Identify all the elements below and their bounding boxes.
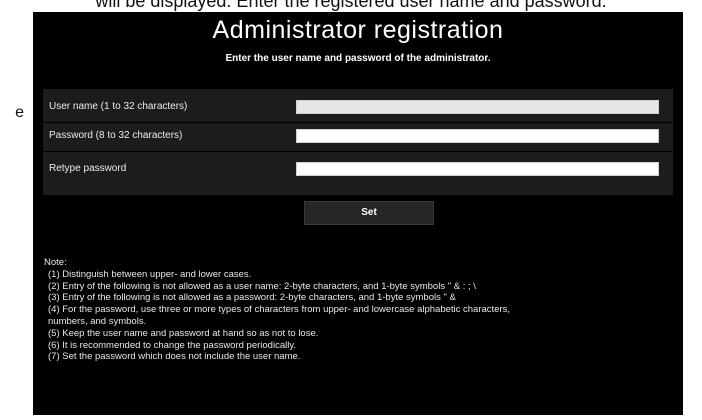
password-input[interactable]: [296, 129, 659, 143]
retype-password-input[interactable]: [296, 162, 659, 176]
dialog-title: Administrator registration: [212, 16, 504, 44]
note-item: (5) Keep the user name and password at h…: [48, 327, 319, 339]
retype-password-label: Retype password: [49, 163, 127, 174]
document-margin-text: e: [15, 104, 24, 121]
note-item: (3) Entry of the following is not allowe…: [48, 292, 456, 304]
user-name-row: User name (1 to 32 characters): [43, 94, 673, 120]
user-name-label: User name (1 to 32 characters): [49, 101, 188, 112]
user-name-input[interactable]: [296, 100, 659, 114]
row-divider: [43, 151, 673, 152]
password-row: Password (8 to 32 characters): [43, 123, 673, 149]
dialog-subtitle: Enter the user name and password of the …: [225, 53, 491, 64]
admin-registration-dialog: Administrator registration Enter the use…: [33, 12, 683, 415]
registration-form: User name (1 to 32 characters) Password …: [43, 89, 673, 195]
note-item: (1) Distinguish between upper- and lower…: [48, 268, 252, 280]
set-button[interactable]: Set: [304, 201, 434, 225]
note-item: numbers, and symbols.: [48, 315, 147, 327]
note-item: (6) It is recommended to change the pass…: [48, 339, 297, 351]
note-item: (4) For the password, use three or more …: [48, 304, 511, 316]
note-item: (2) Entry of the following is not allowe…: [48, 280, 476, 292]
note-item: (7) Set the password which does not incl…: [48, 351, 301, 363]
password-label: Password (8 to 32 characters): [49, 130, 183, 141]
notes-title: Note:: [44, 257, 67, 268]
notes-section: Note: (1) Distinguish between upper- and…: [44, 257, 676, 363]
retype-password-row: Retype password: [43, 156, 673, 182]
